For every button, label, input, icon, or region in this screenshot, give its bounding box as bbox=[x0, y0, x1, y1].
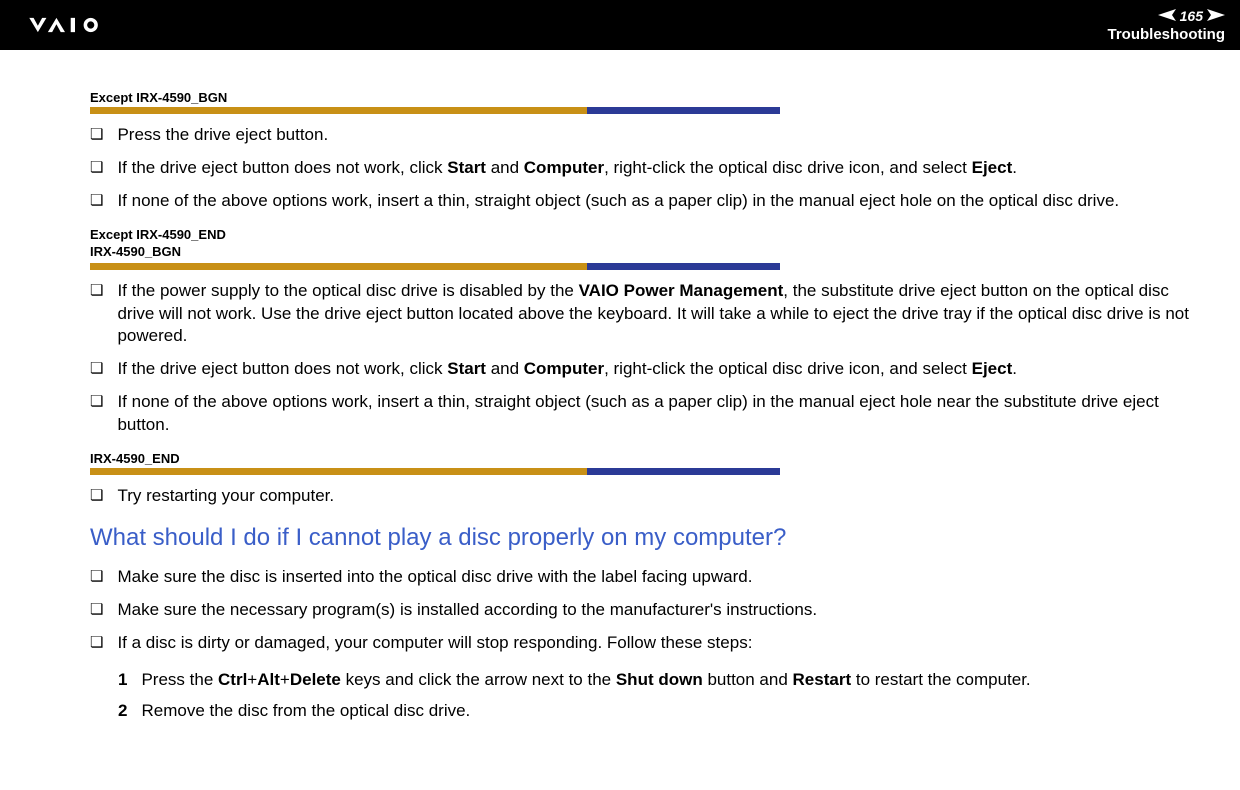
list-item: ❏ If the drive eject button does not wor… bbox=[90, 157, 1190, 180]
bullet-text: If the drive eject button does not work,… bbox=[117, 358, 1190, 381]
bullet-list-2: ❏ If the power supply to the optical dis… bbox=[90, 280, 1190, 438]
bullet-icon: ❏ bbox=[90, 486, 103, 506]
page-number: 165 bbox=[1180, 8, 1203, 24]
section-name: Troubleshooting bbox=[1108, 26, 1226, 43]
list-item: ❏ If none of the above options work, ins… bbox=[90, 391, 1190, 437]
bullet-list-1: ❏ Press the drive eject button. ❏ If the… bbox=[90, 124, 1190, 213]
list-item: ❏ If none of the above options work, ins… bbox=[90, 190, 1190, 213]
content-area: Except IRX-4590_BGN ❏ Press the drive ej… bbox=[0, 50, 1240, 761]
list-item: ❏ Make sure the necessary program(s) is … bbox=[90, 599, 1190, 622]
list-item: ❏ If a disc is dirty or damaged, your co… bbox=[90, 632, 1190, 655]
tag-label-1: Except IRX-4590_BGN bbox=[90, 90, 1190, 105]
bullet-icon: ❏ bbox=[90, 633, 103, 653]
vaio-logo bbox=[15, 15, 155, 35]
bullet-text: If the drive eject button does not work,… bbox=[117, 157, 1190, 180]
bullet-text: Make sure the disc is inserted into the … bbox=[117, 566, 1190, 589]
bullet-list-4: ❏ Make sure the disc is inserted into th… bbox=[90, 566, 1190, 655]
bullet-text: Press the drive eject button. bbox=[117, 124, 1190, 147]
page-navigation: 165 bbox=[1158, 8, 1225, 24]
next-page-arrow[interactable] bbox=[1207, 8, 1225, 24]
numbered-list: 1 Press the Ctrl+Alt+Delete keys and cli… bbox=[118, 669, 1190, 723]
list-item: ❏ Try restarting your computer. bbox=[90, 485, 1190, 508]
numbered-item: 2 Remove the disc from the optical disc … bbox=[118, 700, 1190, 723]
step-text: Remove the disc from the optical disc dr… bbox=[141, 700, 470, 723]
divider-bar bbox=[90, 468, 780, 475]
numbered-item: 1 Press the Ctrl+Alt+Delete keys and cli… bbox=[118, 669, 1190, 692]
bullet-text: Make sure the necessary program(s) is in… bbox=[117, 599, 1190, 622]
bullet-icon: ❏ bbox=[90, 600, 103, 620]
list-item: ❏ Make sure the disc is inserted into th… bbox=[90, 566, 1190, 589]
section-heading: What should I do if I cannot play a disc… bbox=[90, 524, 1190, 552]
step-number: 2 bbox=[118, 700, 127, 723]
list-item: ❏ If the power supply to the optical dis… bbox=[90, 280, 1190, 349]
prev-page-arrow[interactable] bbox=[1158, 8, 1176, 24]
bullet-icon: ❏ bbox=[90, 281, 103, 301]
list-item: ❏ If the drive eject button does not wor… bbox=[90, 358, 1190, 381]
bullet-icon: ❏ bbox=[90, 191, 103, 211]
header-bar: 165 Troubleshooting bbox=[0, 0, 1240, 50]
bullet-text: If none of the above options work, inser… bbox=[117, 391, 1190, 437]
tag-label-3: IRX-4590_END bbox=[90, 451, 1190, 466]
bullet-icon: ❏ bbox=[90, 158, 103, 178]
bullet-list-3: ❏ Try restarting your computer. bbox=[90, 485, 1190, 508]
bullet-text: Try restarting your computer. bbox=[117, 485, 1190, 508]
bullet-text: If a disc is dirty or damaged, your comp… bbox=[117, 632, 1190, 655]
step-text: Press the Ctrl+Alt+Delete keys and click… bbox=[141, 669, 1030, 692]
header-right: 165 Troubleshooting bbox=[1108, 8, 1226, 43]
bullet-icon: ❏ bbox=[90, 567, 103, 587]
list-item: ❏ Press the drive eject button. bbox=[90, 124, 1190, 147]
bullet-text: If none of the above options work, inser… bbox=[117, 190, 1190, 213]
divider-bar bbox=[90, 263, 780, 270]
bullet-text: If the power supply to the optical disc … bbox=[117, 280, 1190, 349]
bullet-icon: ❏ bbox=[90, 359, 103, 379]
divider-bar bbox=[90, 107, 780, 114]
step-number: 1 bbox=[118, 669, 127, 692]
tag-label-2: Except IRX-4590_END IRX-4590_BGN bbox=[90, 227, 1190, 261]
bullet-icon: ❏ bbox=[90, 125, 103, 145]
bullet-icon: ❏ bbox=[90, 392, 103, 412]
